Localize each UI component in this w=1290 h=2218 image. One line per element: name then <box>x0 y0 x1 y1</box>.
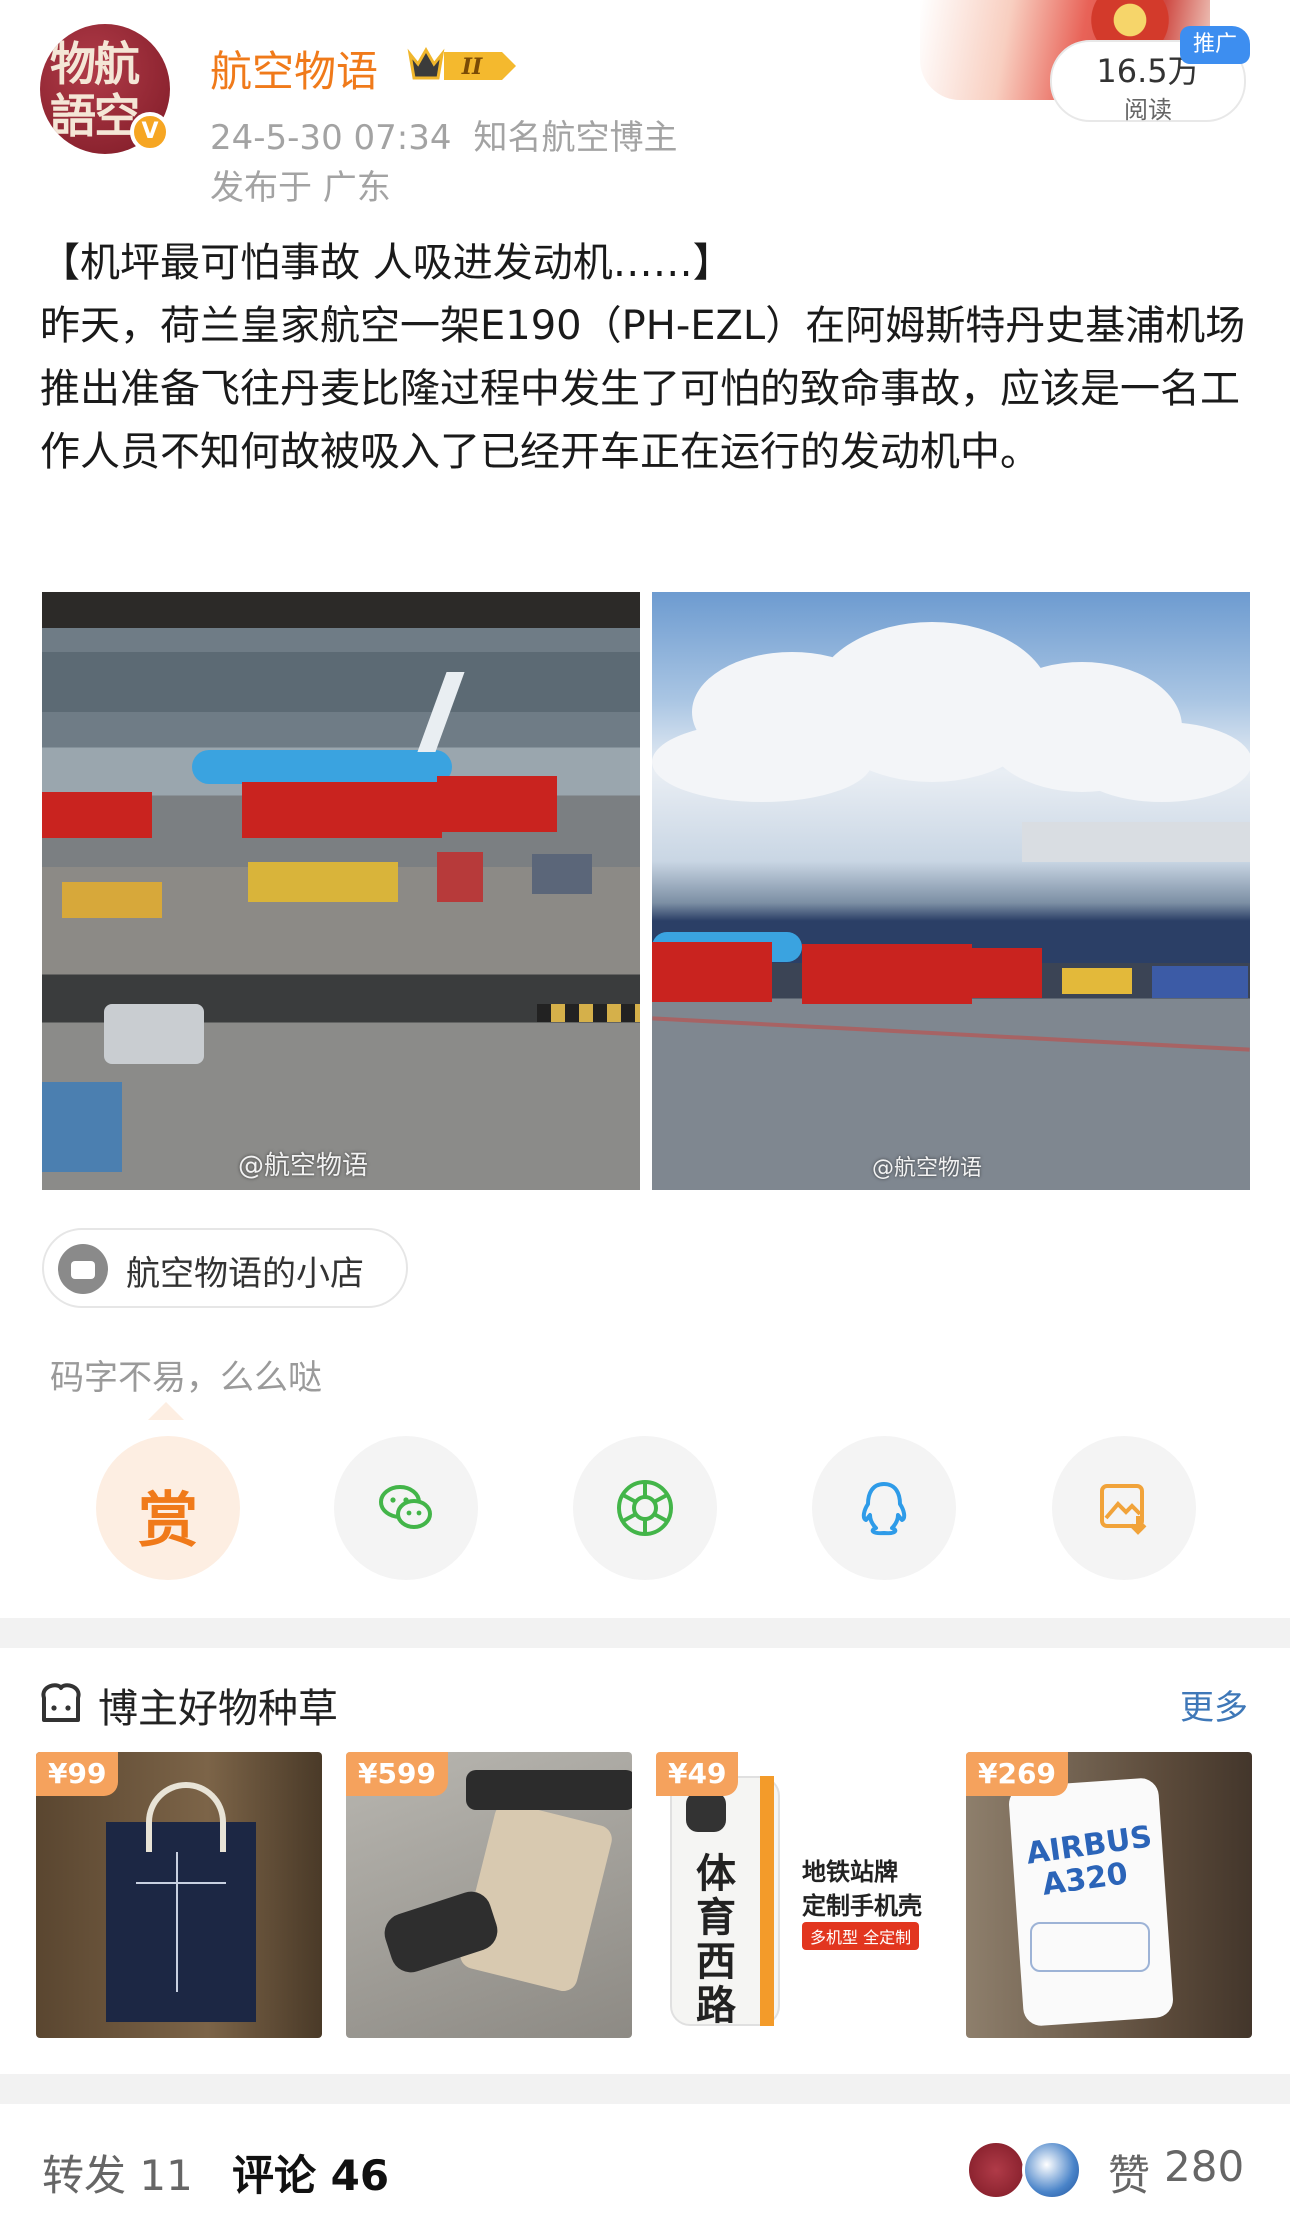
liker-avatar[interactable] <box>1022 2140 1082 2200</box>
read-label: 阅读 <box>1124 96 1172 124</box>
section-divider <box>0 1618 1290 1648</box>
shop-hat-icon <box>41 1683 81 1722</box>
author-title: 知名航空博主 <box>473 118 678 158</box>
tab-comment[interactable]: 评论 46 <box>232 2142 389 2203</box>
image-watermark: @航空物语 <box>872 1156 983 1181</box>
reward-tip: 码字不易，么么哒 <box>50 1358 322 1398</box>
share-moments-button[interactable] <box>573 1436 717 1580</box>
goods-section-title: 博主好物种草 <box>98 1686 338 1732</box>
moments-icon <box>617 1480 673 1536</box>
post-timestamp: 24-5-30 07:34 <box>210 118 452 158</box>
goods-price: ¥269 <box>966 1752 1068 1796</box>
reward-button[interactable]: 赏 <box>96 1436 240 1580</box>
tip-pointer <box>148 1402 184 1420</box>
image-watermark: @航空物语 <box>238 1151 369 1181</box>
goods-price: ¥599 <box>346 1752 448 1796</box>
save-image-icon <box>1100 1484 1147 1535</box>
qq-icon <box>861 1482 907 1536</box>
post-location: 发布于 广东 <box>210 168 391 208</box>
post-body: 昨天，荷兰皇家航空一架E190（PH-EZL）在阿姆斯特丹史基浦机场推出准备飞往… <box>40 303 1246 475</box>
goods-caption-1: 地铁站牌 <box>802 1858 898 1886</box>
level-text: II <box>461 54 483 80</box>
save-image-button[interactable] <box>1052 1436 1196 1580</box>
goods-item-2[interactable]: ¥599 <box>346 1752 632 2038</box>
section-divider <box>0 2074 1290 2104</box>
author-name[interactable]: 航空物语 <box>210 38 378 99</box>
post-meta: 24-5-30 07:34 知名航空博主 <box>210 110 700 159</box>
post-content: 【机坪最可怕事故 人吸进发动机……】 昨天，荷兰皇家航空一架E190（PH-EZ… <box>40 232 1250 484</box>
share-qq-button[interactable] <box>812 1436 956 1580</box>
liker-avatar[interactable] <box>966 2140 1026 2200</box>
verified-badge: V <box>130 112 170 152</box>
share-wechat-button[interactable] <box>334 1436 478 1580</box>
post-image-1[interactable]: @航空物语 <box>42 592 640 1190</box>
like-count[interactable]: 280 <box>1164 2142 1244 2191</box>
reward-icon: 赏 <box>138 1486 198 1556</box>
shop-label: 航空物语的小店 <box>126 1254 364 1294</box>
goods-caption-2: 定制手机壳 <box>802 1892 922 1920</box>
goods-item-1[interactable]: ¥99 <box>36 1752 322 2038</box>
like-icon[interactable]: 赞 <box>1108 2142 1150 2203</box>
shop-link[interactable]: 航空物语的小店 <box>42 1228 408 1308</box>
goods-more-link[interactable]: 更多 <box>1180 1680 1248 1729</box>
tab-repost[interactable]: 转发 11 <box>42 2142 193 2203</box>
crown-level-icon: II <box>407 46 516 80</box>
goods-price: ¥49 <box>656 1752 739 1796</box>
goods-item-3[interactable]: 体育西路 地铁站牌 定制手机壳 多机型 全定制 ¥49 <box>656 1752 942 2038</box>
promoted-tag: 推广 <box>1180 26 1250 64</box>
goods-item-4[interactable]: AIRBUS A320 ¥269 <box>966 1752 1252 2038</box>
goods-price: ¥99 <box>36 1752 119 1796</box>
shop-icon <box>58 1244 108 1294</box>
station-name: 体育西路 <box>696 1851 736 2029</box>
goods-tag: 多机型 全定制 <box>802 1922 920 1950</box>
post-headline: 【机坪最可怕事故 人吸进发动机……】 <box>40 240 733 286</box>
plane-shape <box>192 750 452 784</box>
post-image-2[interactable]: @航空物语 <box>652 592 1250 1190</box>
wechat-icon <box>379 1485 432 1529</box>
